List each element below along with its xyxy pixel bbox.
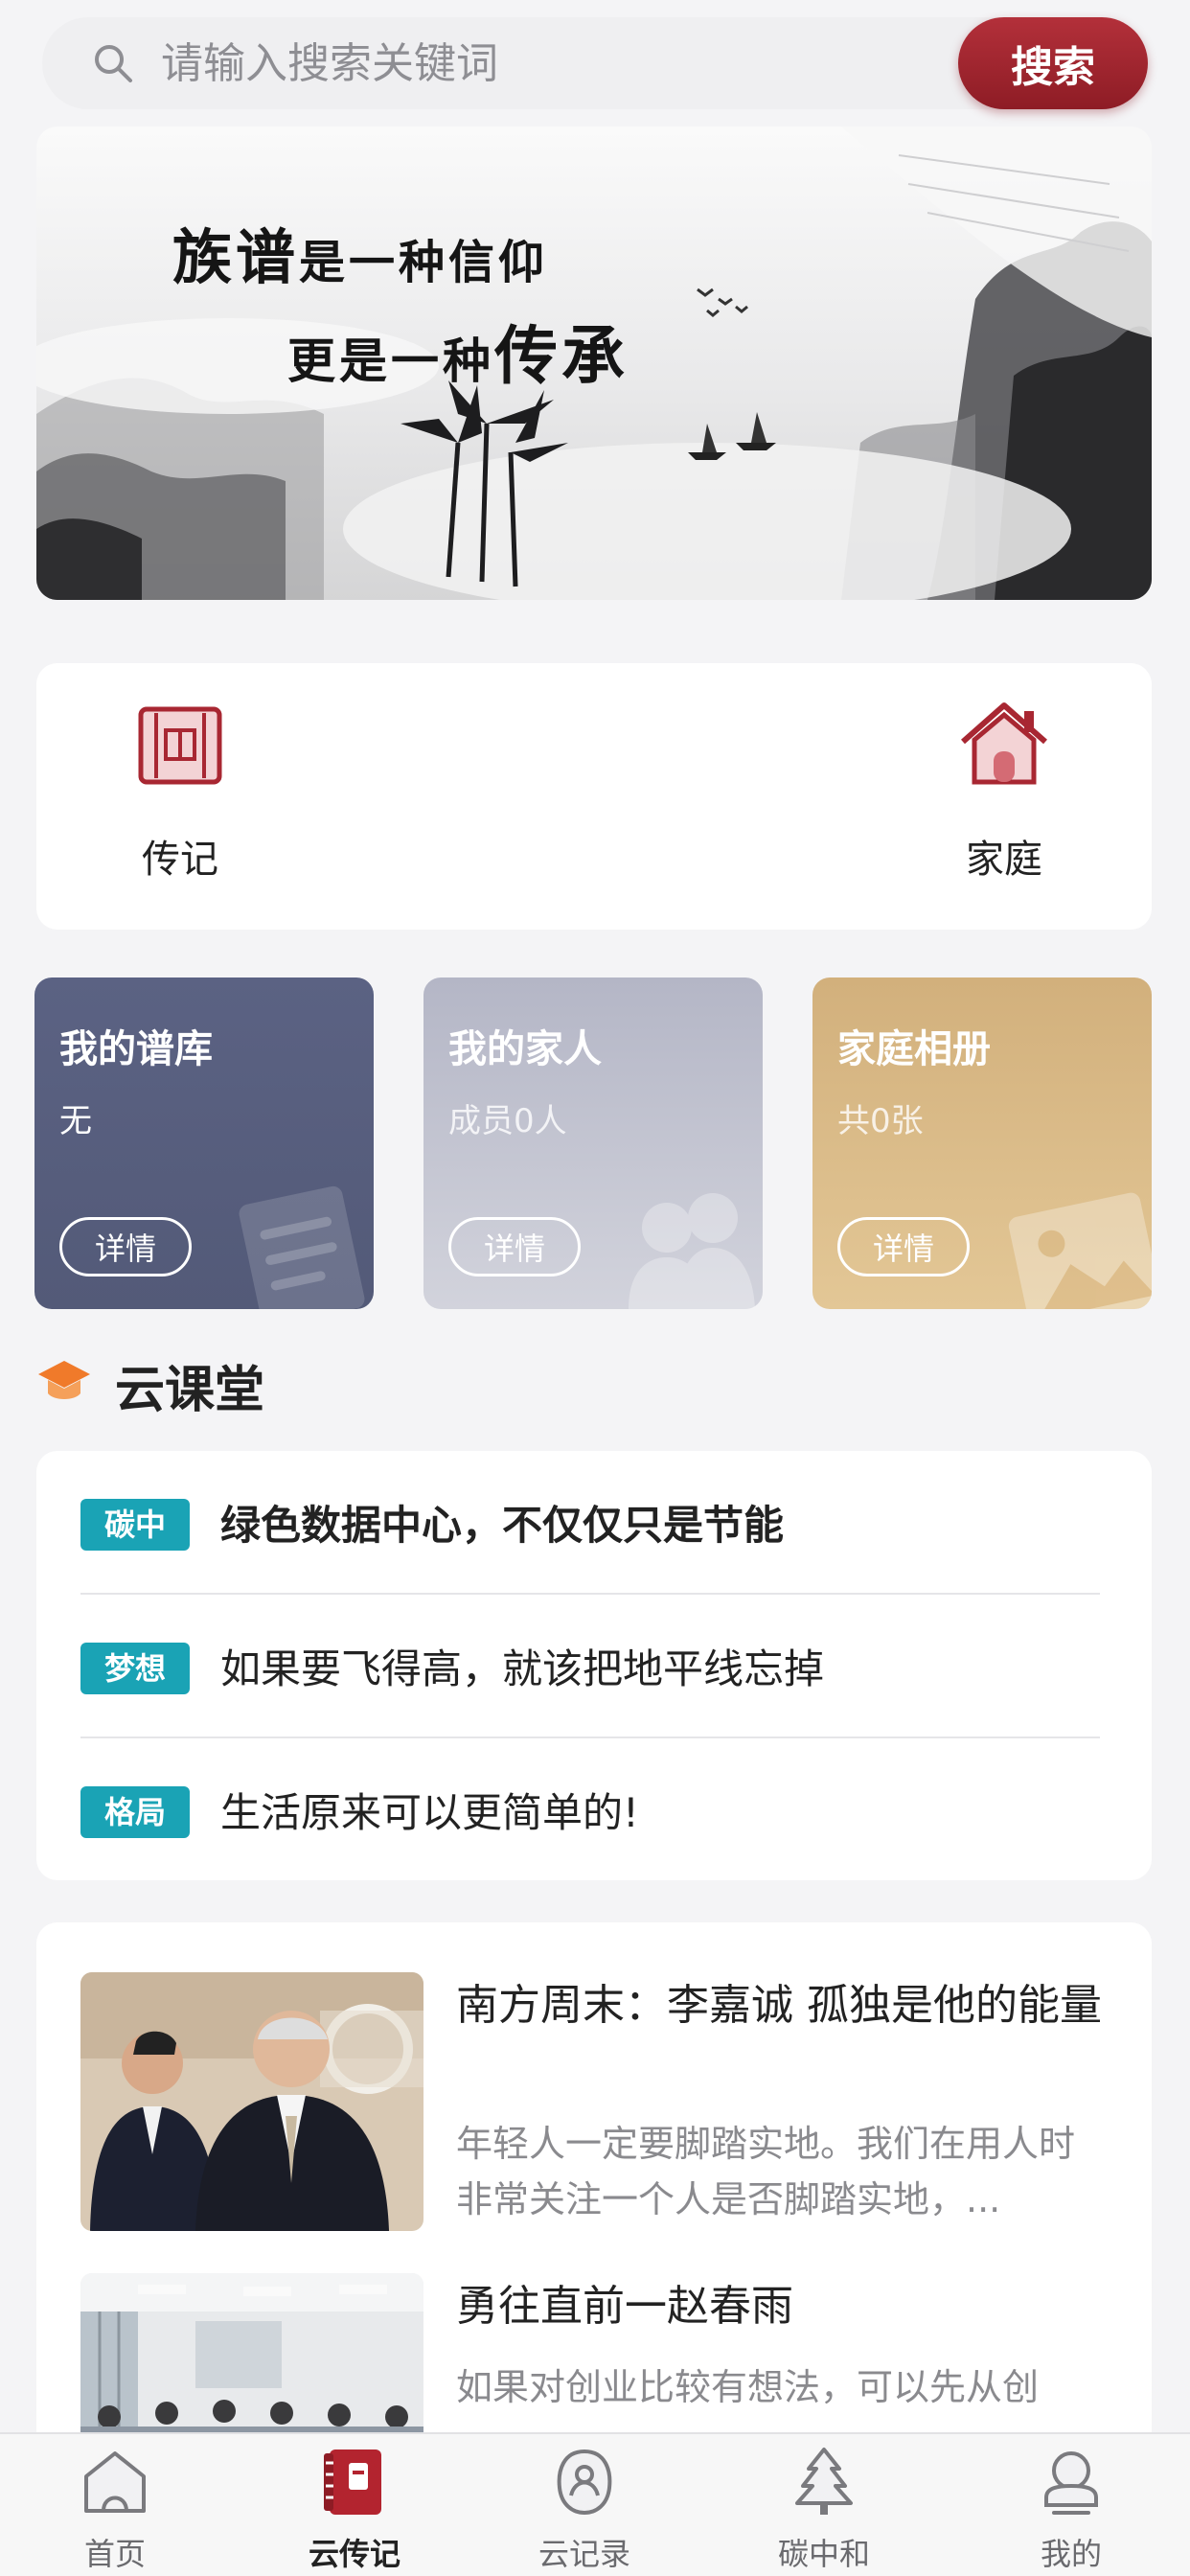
- article-title: 勇往直前一赵春雨: [456, 2282, 793, 2331]
- tab-label: 碳中和: [777, 2536, 870, 2572]
- record-icon: [557, 2449, 612, 2516]
- bottom-tab-bar: 首页 云传记 云记录 碳中和 我的: [0, 2432, 1190, 2576]
- course-title: 如果要飞得高，就该把地平线忘掉: [220, 1645, 825, 1692]
- course-item[interactable]: 碳中 绿色数据中心，不仅仅只是节能: [80, 1451, 1100, 1595]
- article-summary: 如果对创业比较有想法，可以先从创: [456, 2366, 1040, 2408]
- course-item[interactable]: 格局 生活原来可以更简单的!: [80, 1738, 1100, 1882]
- article-thumbnail: [80, 1972, 423, 2231]
- search-button[interactable]: 搜索: [958, 17, 1148, 109]
- tab-cloud-biography[interactable]: 云传记: [259, 2444, 450, 2574]
- details-button[interactable]: 详情: [837, 1217, 970, 1276]
- tab-home[interactable]: 首页: [19, 2444, 211, 2574]
- tab-label: 我的: [1040, 2536, 1102, 2572]
- tab-mine[interactable]: 我的: [975, 2444, 1167, 2574]
- article-title: 南方周末：李嘉诚 孤独是他的能量: [456, 1981, 1102, 2030]
- course-tag: 梦想: [80, 1643, 190, 1694]
- quick-link-biography[interactable]: 传记: [84, 692, 276, 884]
- tab-cloud-record[interactable]: 云记录: [489, 2444, 680, 2574]
- tile-subtitle: 无: [59, 1102, 92, 1140]
- quick-link-label: 家庭: [966, 838, 1042, 882]
- tab-label: 首页: [83, 2536, 146, 2572]
- people-icon: [629, 1193, 755, 1309]
- tab-label: 云传记: [308, 2536, 400, 2572]
- course-list: 碳中 绿色数据中心，不仅仅只是节能 梦想 如果要飞得高，就该把地平线忘掉 格局 …: [36, 1451, 1152, 1880]
- article-summary: 年轻人一定要脚踏实地。我们在用人时非常关注一个人是否脚踏实地，...: [456, 2123, 1076, 2220]
- details-button[interactable]: 详情: [59, 1217, 192, 1276]
- tile-title: 我的家人: [448, 1027, 602, 1071]
- tile-title: 家庭相册: [837, 1027, 991, 1071]
- book-icon: [324, 2450, 381, 2515]
- search-icon: [95, 45, 132, 82]
- scroll-icon: [138, 706, 222, 785]
- tree-icon: [795, 2448, 853, 2515]
- quick-link-family[interactable]: 家庭: [908, 692, 1100, 884]
- banner[interactable]: 族谱是一种信仰 更是一种传承: [36, 126, 1152, 600]
- document-icon: [239, 1185, 365, 1309]
- quick-links-card: 传记 家庭: [36, 663, 1152, 930]
- tab-carbon-neutral[interactable]: 碳中和: [728, 2444, 920, 2574]
- tile-subtitle: 共0张: [837, 1102, 924, 1140]
- tile-my-family[interactable]: 我的家人 成员0人 详情: [423, 978, 763, 1309]
- photo-icon: [1008, 1192, 1152, 1309]
- course-title: 绿色数据中心，不仅仅只是节能: [220, 1502, 785, 1549]
- graduation-cap-icon: [38, 1361, 90, 1399]
- search-input[interactable]: [161, 17, 947, 109]
- quick-link-label: 传记: [142, 838, 218, 882]
- course-tag: 格局: [80, 1786, 190, 1838]
- profile-icon: [1044, 2451, 1098, 2515]
- tab-label: 云记录: [538, 2536, 630, 2572]
- course-item[interactable]: 梦想 如果要飞得高，就该把地平线忘掉: [80, 1595, 1100, 1738]
- tile-title: 我的谱库: [59, 1027, 213, 1071]
- house-icon: [961, 702, 1047, 785]
- course-tag: 碳中: [80, 1499, 190, 1551]
- banner-slogan-line2: 更是一种传承: [287, 318, 629, 393]
- app-screen: 搜索: [0, 0, 1190, 2576]
- banner-slogan-line1: 族谱是一种信仰: [172, 222, 549, 292]
- section-title: 云课堂: [115, 1362, 265, 1419]
- tile-subtitle: 成员0人: [448, 1102, 567, 1140]
- search-bar: 搜索: [42, 17, 1148, 109]
- course-title: 生活原来可以更简单的!: [220, 1789, 639, 1836]
- tile-family-album[interactable]: 家庭相册 共0张 详情: [812, 978, 1152, 1309]
- details-button[interactable]: 详情: [448, 1217, 581, 1276]
- tile-my-genealogy[interactable]: 我的谱库 无 详情: [34, 978, 374, 1309]
- home-icon: [84, 2451, 146, 2513]
